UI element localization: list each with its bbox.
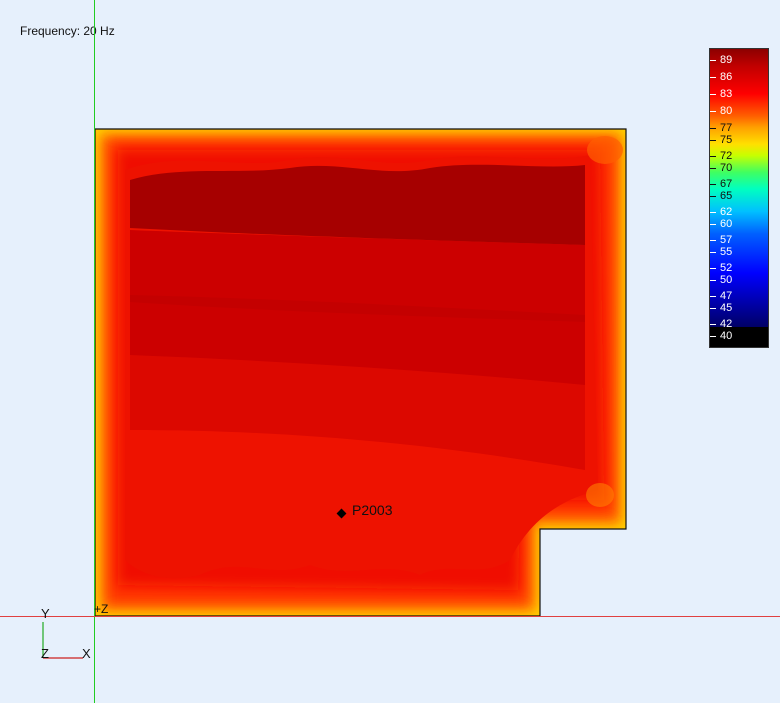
legend-tick-label: 70 (710, 162, 732, 174)
contour-plot[interactable] (0, 0, 780, 703)
legend-tick-label: 60 (710, 218, 732, 230)
legend-tick-label: 47 (710, 290, 732, 302)
legend-tick-label: 62 (710, 206, 732, 218)
axis-triad: Y Z X (38, 604, 98, 664)
legend-tick-label: 83 (710, 88, 732, 100)
legend-tick-label: 45 (710, 302, 732, 314)
color-legend: 89 86 83 80 77 75 72 70 67 65 62 60 57 55 52 50 47 45 42 40 (709, 48, 769, 348)
vertical-axis-line (94, 0, 95, 703)
probe-label[interactable]: P2003 (352, 502, 392, 518)
legend-tick-label: 86 (710, 71, 732, 83)
legend-tick-label: 57 (710, 234, 732, 246)
legend-tick-label: 75 (710, 134, 732, 146)
legend-tick-label: 67 (710, 178, 732, 190)
legend-tick-label: 77 (710, 122, 732, 134)
corner-glow-notch (586, 483, 614, 507)
legend-tick-label: 52 (710, 262, 732, 274)
legend-tick-label: 72 (710, 150, 732, 162)
legend-tick-label: 40 (710, 330, 732, 342)
triad-x-label: X (82, 646, 91, 661)
room-fill (95, 129, 626, 616)
triad-y-label: Y (41, 606, 50, 621)
horizontal-axis-line (0, 616, 780, 617)
triad-z-label: Z (41, 646, 49, 661)
viewport[interactable]: Frequency: 20 Hz P2003 +Z 89 86 83 80 77… (0, 0, 780, 703)
legend-tick-label: 89 (710, 54, 732, 66)
legend-tick-label: 42 (710, 318, 732, 330)
corner-glow-top-right (587, 136, 623, 164)
legend-tick-label: 80 (710, 105, 732, 117)
legend-ticks: 89 86 83 80 77 75 72 70 67 65 62 60 57 55 52 50 47 45 42 40 (710, 49, 768, 347)
legend-tick-label: 65 (710, 190, 732, 202)
legend-tick-label: 55 (710, 246, 732, 258)
legend-tick-label: 50 (710, 274, 732, 286)
